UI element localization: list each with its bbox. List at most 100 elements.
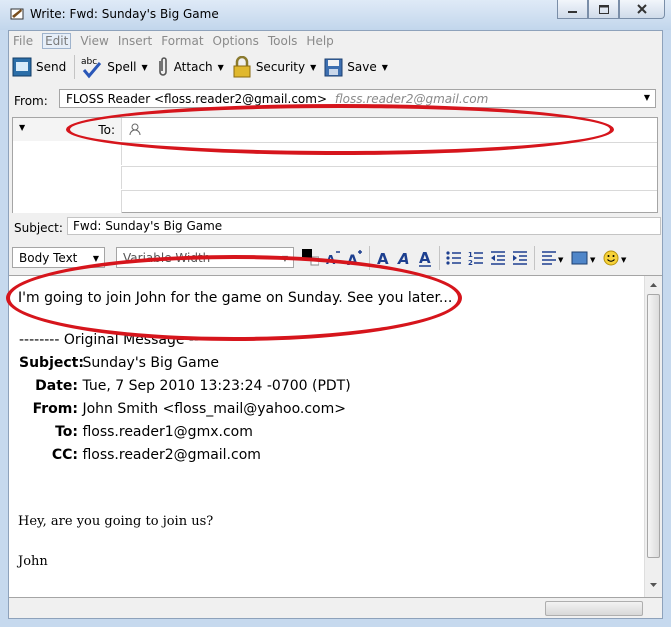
svg-text:A: A (326, 253, 336, 267)
window-title: Write: Fwd: Sunday's Big Game (30, 7, 219, 21)
message-header: From: FLOSS Reader <floss.reader2@gmail.… (9, 85, 662, 215)
menu-bar: File Edit View Insert Format Options Too… (9, 31, 666, 51)
send-icon (12, 57, 32, 77)
svg-text:A: A (397, 250, 410, 267)
original-subject-row: Subject: Sunday's Big Game (19, 355, 219, 371)
original-cc-value: floss.reader2@gmail.com (82, 447, 261, 463)
svg-text:▼: ▼ (558, 256, 564, 264)
original-cc-label: CC: (51, 447, 78, 463)
menu-format[interactable]: Format (161, 34, 203, 48)
svg-text:A: A (377, 250, 389, 267)
compose-app-icon (10, 8, 24, 20)
security-button[interactable]: Security ▼ (232, 53, 316, 81)
paperclip-icon (158, 57, 167, 76)
bulleted-list-icon[interactable] (446, 250, 462, 266)
numbered-list-icon[interactable]: 12 (468, 250, 484, 266)
minimize-button[interactable] (557, 0, 588, 19)
editor-vertical-scrollbar[interactable] (644, 276, 662, 597)
from-alt-address: floss.reader2@gmail.com (334, 92, 489, 106)
paragraph-format-select[interactable]: Body Text ▼ (12, 247, 105, 268)
menu-help[interactable]: Help (306, 34, 333, 48)
from-label: From: (14, 94, 48, 108)
compose-window: Write: Fwd: Sunday's Big Game File Edit … (0, 0, 671, 627)
text-color-icon[interactable] (301, 248, 319, 268)
svg-text:A: A (419, 249, 431, 267)
recipient-type-empty (13, 142, 122, 165)
original-date-value: Tue, 7 Sep 2010 13:23:24 -0700 (PDT) (82, 378, 351, 394)
spell-dropdown-icon[interactable]: ▼ (142, 63, 148, 72)
scroll-down-icon[interactable] (646, 578, 661, 592)
compose-toolbar: Send abc Spell ▼ Attach ▼ Security ▼ Sav… (9, 51, 665, 83)
toolbar-separator (369, 246, 370, 270)
menu-view[interactable]: View (80, 34, 108, 48)
attach-button[interactable]: Attach ▼ (156, 53, 224, 81)
subject-input[interactable]: Fwd: Sunday's Big Game (67, 217, 661, 235)
forwarded-signature: John (18, 554, 48, 569)
message-body-editor[interactable]: I'm going to join John for the game on S… (9, 275, 662, 598)
from-select[interactable]: FLOSS Reader <floss.reader2@gmail.com> f… (59, 89, 656, 108)
smiley-icon[interactable]: ▼ (603, 250, 629, 266)
menu-options[interactable]: Options (213, 34, 259, 48)
minimize-icon (568, 10, 577, 13)
original-to-label: To: (55, 424, 78, 440)
recipient-row-empty[interactable] (13, 190, 657, 214)
recipient-row-empty[interactable] (13, 166, 657, 191)
original-message-marker: -------- Original Message -------- (19, 332, 230, 348)
align-icon[interactable]: ▼ (541, 250, 565, 266)
outdent-icon[interactable] (490, 250, 506, 266)
indent-icon[interactable] (512, 250, 528, 266)
font-value: Variable Width (123, 251, 211, 265)
paragraph-format-value: Body Text (19, 251, 78, 265)
title-bar[interactable]: Write: Fwd: Sunday's Big Game (0, 0, 671, 30)
original-to-value: floss.reader1@gmx.com (82, 424, 253, 440)
underline-icon[interactable]: A (418, 249, 433, 267)
status-progress-panel (545, 601, 643, 616)
smaller-text-icon[interactable]: A (325, 249, 341, 267)
save-dropdown-icon[interactable]: ▼ (382, 63, 388, 72)
spell-button[interactable]: abc Spell ▼ (81, 53, 148, 81)
status-bar (9, 598, 662, 618)
original-date-row: Date: Tue, 7 Sep 2010 13:23:24 -0700 (PD… (19, 378, 351, 394)
maximize-button[interactable] (588, 0, 619, 19)
recipient-type-dropdown-icon: ▼ (19, 123, 26, 132)
send-button[interactable]: Send (12, 53, 66, 81)
recipient-row: ▼ To: (13, 118, 657, 143)
recipient-list: ▼ To: (12, 117, 658, 213)
attach-dropdown-icon[interactable]: ▼ (218, 63, 224, 72)
security-label: Security (255, 60, 306, 74)
menu-insert[interactable]: Insert (118, 34, 152, 48)
menu-tools[interactable]: Tools (268, 34, 298, 48)
toolbar-separator (439, 246, 440, 270)
security-dropdown-icon[interactable]: ▼ (310, 63, 316, 72)
menu-file[interactable]: File (13, 34, 33, 48)
font-dropdown-icon: ▼ (281, 254, 288, 263)
recipient-row-empty[interactable] (13, 142, 657, 167)
scrollbar-thumb[interactable] (647, 294, 660, 558)
svg-text:abc: abc (81, 57, 97, 67)
save-label: Save (347, 60, 377, 74)
to-input[interactable] (125, 121, 651, 138)
recipient-type-select[interactable]: ▼ To: (13, 118, 122, 141)
toolbar-separator (74, 55, 76, 79)
original-from-value: John Smith <floss_mail@yahoo.com> (82, 401, 346, 417)
insert-image-icon[interactable]: ▼ (571, 250, 597, 266)
original-cc-row: CC: floss.reader2@gmail.com (19, 447, 261, 463)
save-button[interactable]: Save ▼ (324, 53, 388, 81)
forwarded-body-line: Hey, are you going to join us? (18, 514, 214, 529)
to-label: To: (98, 123, 115, 137)
menu-edit[interactable]: Edit (42, 33, 72, 49)
close-button[interactable] (619, 0, 665, 19)
from-value: FLOSS Reader <floss.reader2@gmail.com> (66, 92, 328, 106)
font-select[interactable]: Variable Width ▼ (116, 247, 294, 268)
original-to-row: To: floss.reader1@gmx.com (19, 424, 253, 440)
spell-label: Spell (107, 60, 137, 74)
scroll-up-icon[interactable] (646, 278, 661, 292)
svg-text:▼: ▼ (621, 256, 627, 264)
original-subject-value: Sunday's Big Game (82, 355, 219, 371)
original-date-label: Date: (35, 378, 78, 394)
italic-icon[interactable]: A (397, 249, 412, 267)
format-toolbar: Body Text ▼ Variable Width ▼ A A A A A 1… (9, 242, 662, 272)
original-subject-label: Subject: (19, 355, 84, 371)
bold-icon[interactable]: A (376, 249, 391, 267)
larger-text-icon[interactable]: A (347, 249, 363, 267)
